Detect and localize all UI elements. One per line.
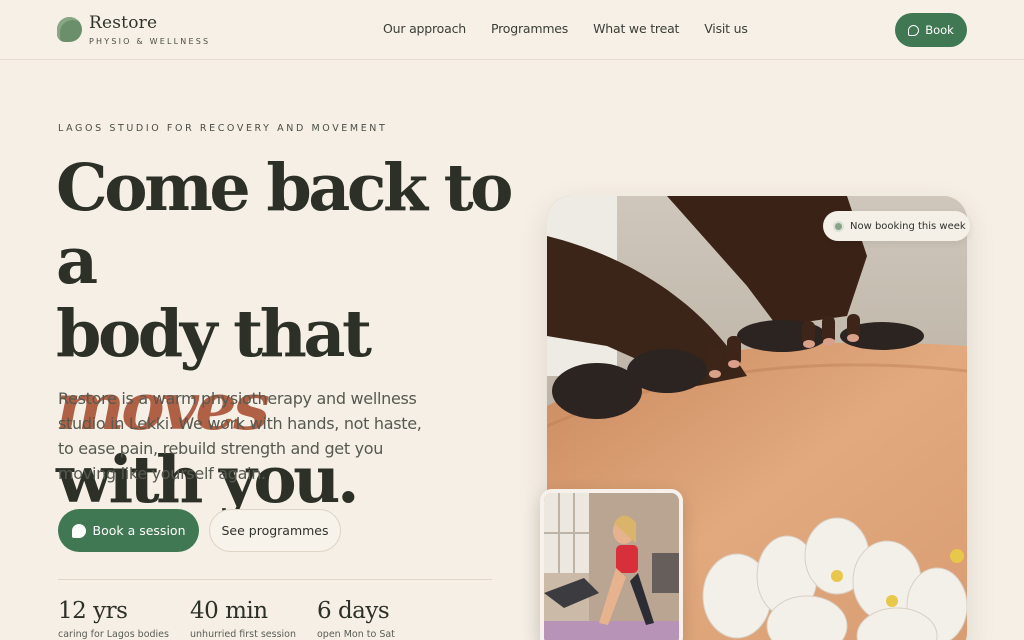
see-programmes-label: See programmes [221, 523, 329, 538]
stat-label: caring for Lagos bodies [58, 629, 169, 640]
status-dot-icon [833, 220, 844, 232]
stat-value: 40 min [190, 598, 268, 624]
hero-eyebrow: LAGOS STUDIO FOR RECOVERY AND MOVEMENT [58, 123, 388, 134]
stat-days-open: 6 days open Mon to Sat [317, 598, 395, 640]
book-button-label: Book [925, 23, 954, 37]
book-session-button[interactable]: Book a session [58, 509, 199, 552]
stat-value: 6 days [317, 598, 390, 624]
headline-line-2-start: body that [56, 296, 372, 372]
book-button[interactable]: Book [895, 13, 967, 47]
brand-tagline: PHYSIO & WELLNESS [89, 37, 211, 46]
badge-label: Now booking this week [850, 220, 966, 232]
inset-fitness-image [540, 489, 683, 640]
fitness-illustration [544, 493, 679, 640]
chat-bubble-icon [908, 24, 920, 36]
stats-divider [58, 579, 492, 580]
brand-name[interactable]: Restore [89, 13, 157, 33]
stat-value: 12 yrs [58, 598, 128, 624]
site-header: Restore PHYSIO & WELLNESS Our approach P… [0, 0, 1024, 60]
booking-status-badge: Now booking this week [823, 211, 970, 241]
logo-icon[interactable] [57, 17, 82, 42]
hero-lead: Restore is a warm physiotherapy and well… [58, 389, 422, 483]
book-session-label: Book a session [92, 523, 186, 538]
stat-years: 12 yrs caring for Lagos bodies [58, 598, 169, 640]
stat-session-length: 40 min unhurried first session [190, 598, 296, 640]
see-programmes-button[interactable]: See programmes [209, 509, 341, 552]
nav-what-we-treat[interactable]: What we treat [593, 21, 679, 36]
nav-our-approach[interactable]: Our approach [383, 21, 466, 36]
stat-label: unhurried first session [190, 629, 297, 640]
nav-programmes[interactable]: Programmes [491, 21, 568, 36]
headline-line-1: Come back to a [56, 150, 514, 299]
chat-bubble-icon [71, 523, 86, 538]
main-nav: Our approach Programmes What we treat Vi… [383, 21, 748, 36]
nav-visit-us[interactable]: Visit us [704, 21, 748, 36]
stat-label: open Mon to Sat [317, 629, 395, 640]
